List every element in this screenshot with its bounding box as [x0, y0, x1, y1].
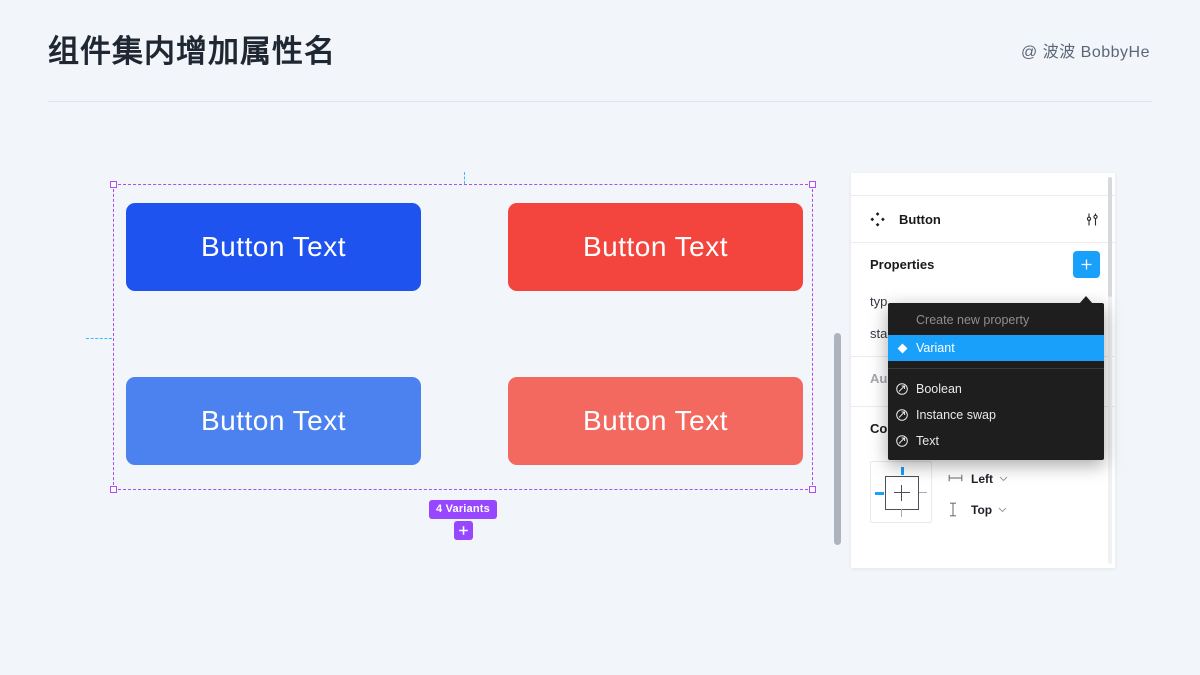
constraints-center-cross — [901, 485, 903, 501]
auto-layout-title: Au — [870, 370, 888, 386]
author-credit: @ 波波 BobbyHe — [1021, 44, 1150, 61]
menu-item-boolean[interactable]: Boolean — [888, 376, 1104, 402]
variants-count-badge[interactable]: 4 Variants — [429, 500, 497, 519]
canvas-vertical-scrollbar[interactable] — [834, 333, 841, 545]
resize-handle-bottom-left[interactable] — [110, 486, 117, 493]
menu-item-label: Boolean — [916, 382, 962, 396]
context-menu-pointer — [1079, 296, 1093, 304]
property-arrow-icon — [888, 408, 916, 422]
variant-button-danger-default[interactable]: Button Text — [508, 203, 803, 291]
menu-separator — [888, 368, 1104, 369]
menu-item-label: Variant — [916, 341, 955, 355]
panel-top-strip — [851, 173, 1115, 196]
vertical-constraint-icon — [948, 502, 965, 517]
property-name: sta — [870, 325, 888, 341]
constraints-widget[interactable] — [870, 461, 932, 523]
menu-item-label: Instance swap — [916, 408, 996, 422]
chevron-down-icon — [999, 476, 1008, 482]
page-title: 组件集内增加属性名 — [48, 34, 336, 69]
plus-icon — [459, 526, 468, 535]
property-arrow-icon — [888, 382, 916, 396]
resize-handle-bottom-right[interactable] — [809, 486, 816, 493]
properties-title: Properties — [870, 256, 935, 272]
component-set-icon — [870, 211, 886, 227]
constraint-mark-left[interactable] — [875, 492, 884, 495]
button-label: Button Text — [200, 405, 347, 436]
create-property-menu: Create new property Variant Boolean Inst… — [888, 303, 1104, 460]
constraints-controls: Left Top — [851, 449, 1115, 525]
menu-item-variant[interactable]: Variant — [888, 335, 1104, 361]
variant-button-danger-hover[interactable]: Button Text — [508, 377, 803, 465]
menu-item-label: Text — [916, 434, 939, 448]
add-variant-button[interactable] — [454, 521, 473, 540]
variant-button-primary-hover[interactable]: Button Text — [126, 377, 421, 465]
chevron-down-icon — [998, 507, 1007, 513]
constraint-mark-top[interactable] — [901, 467, 904, 475]
horizontal-constraint-value: Left — [971, 471, 993, 486]
button-label: Button Text — [582, 405, 729, 436]
header-divider — [48, 101, 1152, 102]
property-arrow-icon — [888, 434, 916, 448]
constraint-mark-right[interactable] — [919, 492, 927, 494]
variant-button-primary-default[interactable]: Button Text — [126, 203, 421, 291]
button-label: Button Text — [200, 231, 347, 262]
properties-header: Properties — [870, 243, 1100, 285]
button-label: Button Text — [582, 231, 729, 262]
component-name: Button — [899, 211, 941, 227]
menu-item-instance-swap[interactable]: Instance swap — [888, 402, 1104, 428]
alignment-guide-horizontal — [86, 338, 112, 339]
horizontal-constraint-icon — [948, 473, 965, 484]
constraint-mark-bottom[interactable] — [901, 509, 903, 517]
diamond-icon — [888, 343, 916, 354]
component-header-row[interactable]: Button — [851, 196, 1115, 243]
menu-item-text[interactable]: Text — [888, 428, 1104, 454]
tune-sliders-icon[interactable] — [1085, 212, 1100, 227]
menu-header: Create new property — [916, 313, 1030, 327]
alignment-guide-vertical — [464, 172, 465, 184]
panel-scrollbar-thumb[interactable] — [1108, 177, 1112, 297]
constraints-title: Co — [870, 420, 888, 436]
vertical-constraint-dropdown[interactable]: Top — [948, 494, 1008, 525]
property-name: typ — [870, 293, 888, 309]
slide-page: 组件集内增加属性名 @ 波波 BobbyHe Button Text Butto… — [0, 0, 1200, 675]
horizontal-constraint-dropdown[interactable]: Left — [948, 463, 1008, 494]
resize-handle-top-left[interactable] — [110, 181, 117, 188]
resize-handle-top-right[interactable] — [809, 181, 816, 188]
plus-icon — [1081, 259, 1092, 269]
constraint-dropdowns: Left Top — [948, 461, 1008, 525]
add-property-button[interactable] — [1073, 250, 1100, 278]
vertical-constraint-value: Top — [971, 502, 993, 517]
